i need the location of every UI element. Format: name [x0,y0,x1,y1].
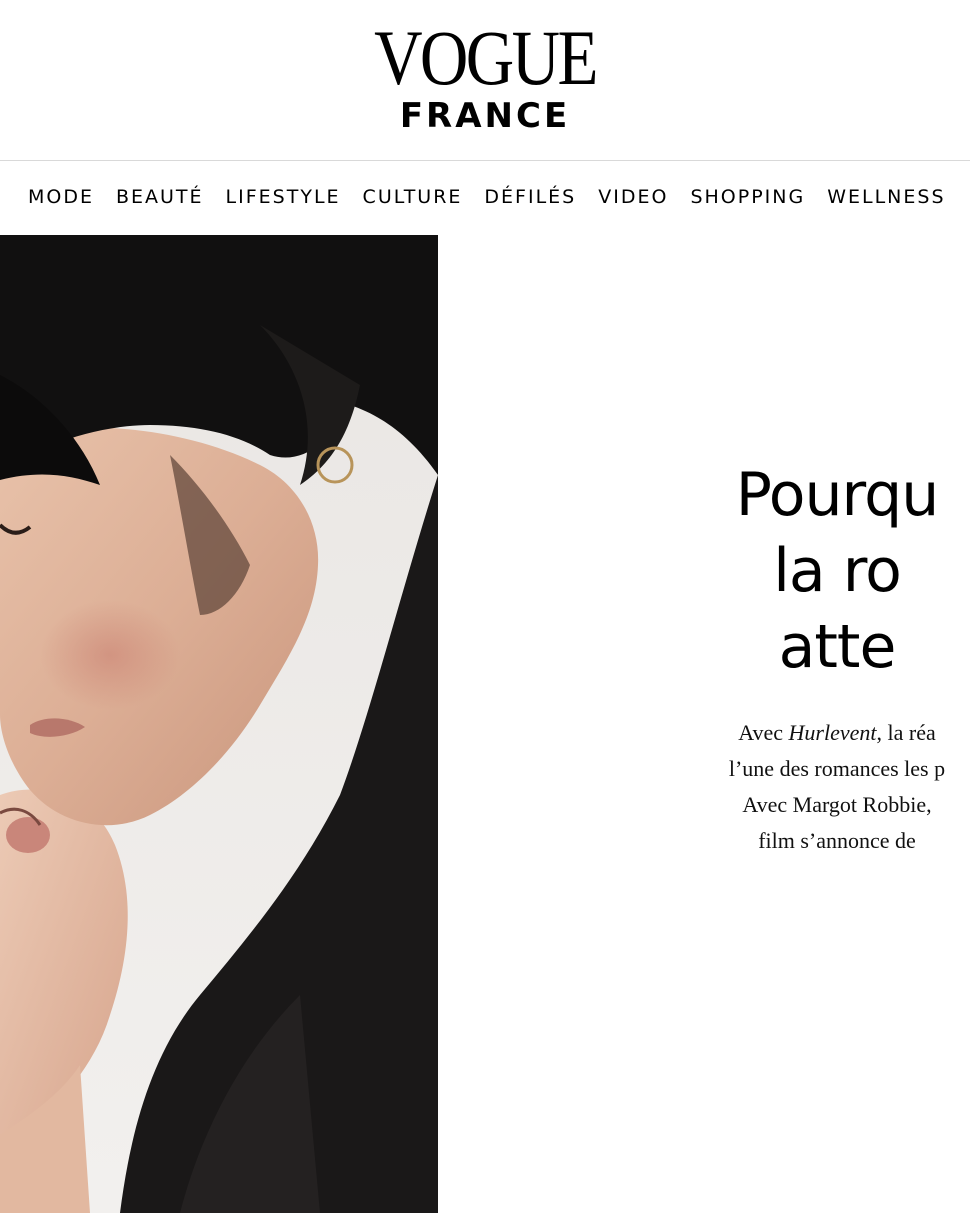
nav-item-shopping[interactable]: SHOPPING [690,185,805,209]
nav-item-culture[interactable]: CULTURE [363,185,463,209]
nav-item-video[interactable]: VIDEO [598,185,668,209]
dek-line: film s’annonce de [758,828,916,853]
nav-item-mode[interactable]: MODE [28,185,94,209]
dek-line: l’une des romances les p [728,756,946,781]
nav-item-lifestyle[interactable]: LIFESTYLE [226,185,341,209]
nav-item-wellness[interactable]: WELLNESS [827,185,945,209]
nav-item-defiles[interactable]: DÉFILÉS [484,185,576,209]
dek-text: Avec [738,720,789,745]
dek-line: Avec Margot Robbie, [742,792,932,817]
article-dek: Avec Hurlevent, la réa l’une des romance… [438,715,970,859]
article-headline[interactable]: Pourqu la ro atte [438,457,970,685]
headline-line: la ro [773,536,902,606]
masthead: VOGUE FRANCE [0,0,970,160]
dek-line: Avec Hurlevent, la réa [438,715,970,751]
headline-line: atte [778,612,897,682]
dek-text: , la réa [876,720,936,745]
hero-image[interactable] [0,235,438,1213]
article-teaser[interactable]: Pourqu la ro atte Avec Hurlevent, la réa… [438,235,970,1213]
headline-line: Pourqu [735,460,940,530]
vogue-logo[interactable]: VOGUE [68,18,902,98]
vogue-edition-label[interactable]: FRANCE [0,96,970,136]
nav-item-beaute[interactable]: BEAUTÉ [116,185,204,209]
hero-photo [0,235,438,1213]
dek-film-title: Hurlevent [788,720,877,745]
main-navigation: MODE BEAUTÉ LIFESTYLE CULTURE DÉFILÉS VIDEO SH… [0,160,970,236]
